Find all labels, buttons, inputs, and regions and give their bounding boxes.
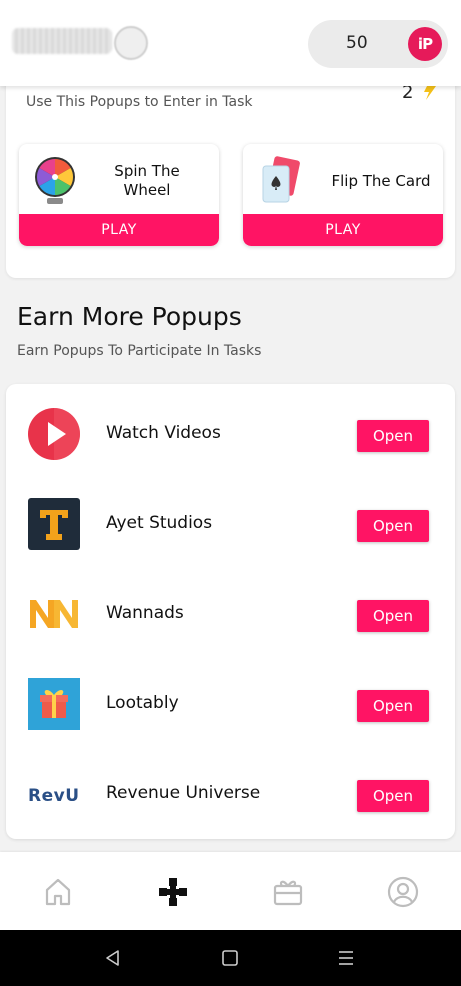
- play-icon: [28, 408, 80, 460]
- revu-logo-icon: RevU: [28, 786, 80, 806]
- wheel-icon: [35, 157, 75, 204]
- spin-title-line1: Spin The: [114, 162, 180, 180]
- offer-name: Lootably: [106, 693, 179, 713]
- offer-row-ayet-studios[interactable]: Ayet Studios Open: [6, 474, 455, 564]
- open-button[interactable]: Open: [357, 690, 429, 722]
- task-subtitle: Use This Popups to Enter in Task: [26, 94, 253, 110]
- gift-box-icon[interactable]: [272, 876, 304, 908]
- offer-name: Watch Videos: [106, 423, 221, 443]
- offer-row-wannads[interactable]: Wannads Open: [6, 564, 455, 654]
- flip-play-button[interactable]: PLAY: [243, 214, 443, 246]
- blurred-username: [12, 28, 112, 54]
- offer-list: Watch Videos Open Ayet Studios Open Wann…: [6, 384, 455, 839]
- flip-card-title: Flip The Card: [331, 172, 431, 190]
- gift-icon: [28, 678, 80, 730]
- spin-title-line2: Wheel: [123, 181, 171, 199]
- offer-name: Wannads: [106, 603, 184, 623]
- spin-wheel-title: Spin The Wheel: [99, 162, 195, 200]
- spin-play-button[interactable]: PLAY: [19, 214, 219, 246]
- coin-count: 50: [346, 33, 368, 53]
- offer-row-revenue-universe[interactable]: RevU Revenue Universe Open: [6, 744, 455, 834]
- offer-row-lootably[interactable]: Lootably Open: [6, 654, 455, 744]
- cards-icon: [262, 156, 300, 203]
- bottom-nav: [0, 852, 461, 930]
- top-bar: 50 iP: [0, 0, 461, 86]
- flip-card-card[interactable]: Flip The Card PLAY: [243, 144, 443, 246]
- offer-row-watch-videos[interactable]: Watch Videos Open: [6, 384, 455, 474]
- spin-wheel-card[interactable]: Spin The Wheel PLAY: [19, 144, 219, 246]
- home-icon[interactable]: [42, 876, 74, 908]
- wannads-logo-icon: [30, 600, 78, 628]
- open-button[interactable]: Open: [357, 510, 429, 542]
- app-logo-icon: iP: [408, 27, 442, 61]
- ayet-logo-icon: [28, 498, 80, 550]
- earn-section-title: Earn More Popups: [17, 302, 242, 331]
- earn-section-subtitle: Earn Popups To Participate In Tasks: [17, 343, 262, 359]
- offer-name: Ayet Studios: [106, 513, 213, 533]
- menu-icon[interactable]: [336, 948, 356, 968]
- gamepad-icon[interactable]: [157, 876, 189, 908]
- back-icon[interactable]: [103, 948, 123, 968]
- task-card: Use This Popups to Enter in Task 2 Spin …: [6, 60, 455, 278]
- profile-icon[interactable]: [387, 876, 419, 908]
- home-square-icon[interactable]: [220, 948, 240, 968]
- open-button[interactable]: Open: [357, 780, 429, 812]
- coin-balance[interactable]: 50 iP: [308, 20, 448, 68]
- offer-name: Revenue Universe: [106, 783, 261, 803]
- open-button[interactable]: Open: [357, 420, 429, 452]
- open-button[interactable]: Open: [357, 600, 429, 632]
- blurred-avatar: [114, 26, 148, 60]
- system-nav-bar: [0, 930, 461, 986]
